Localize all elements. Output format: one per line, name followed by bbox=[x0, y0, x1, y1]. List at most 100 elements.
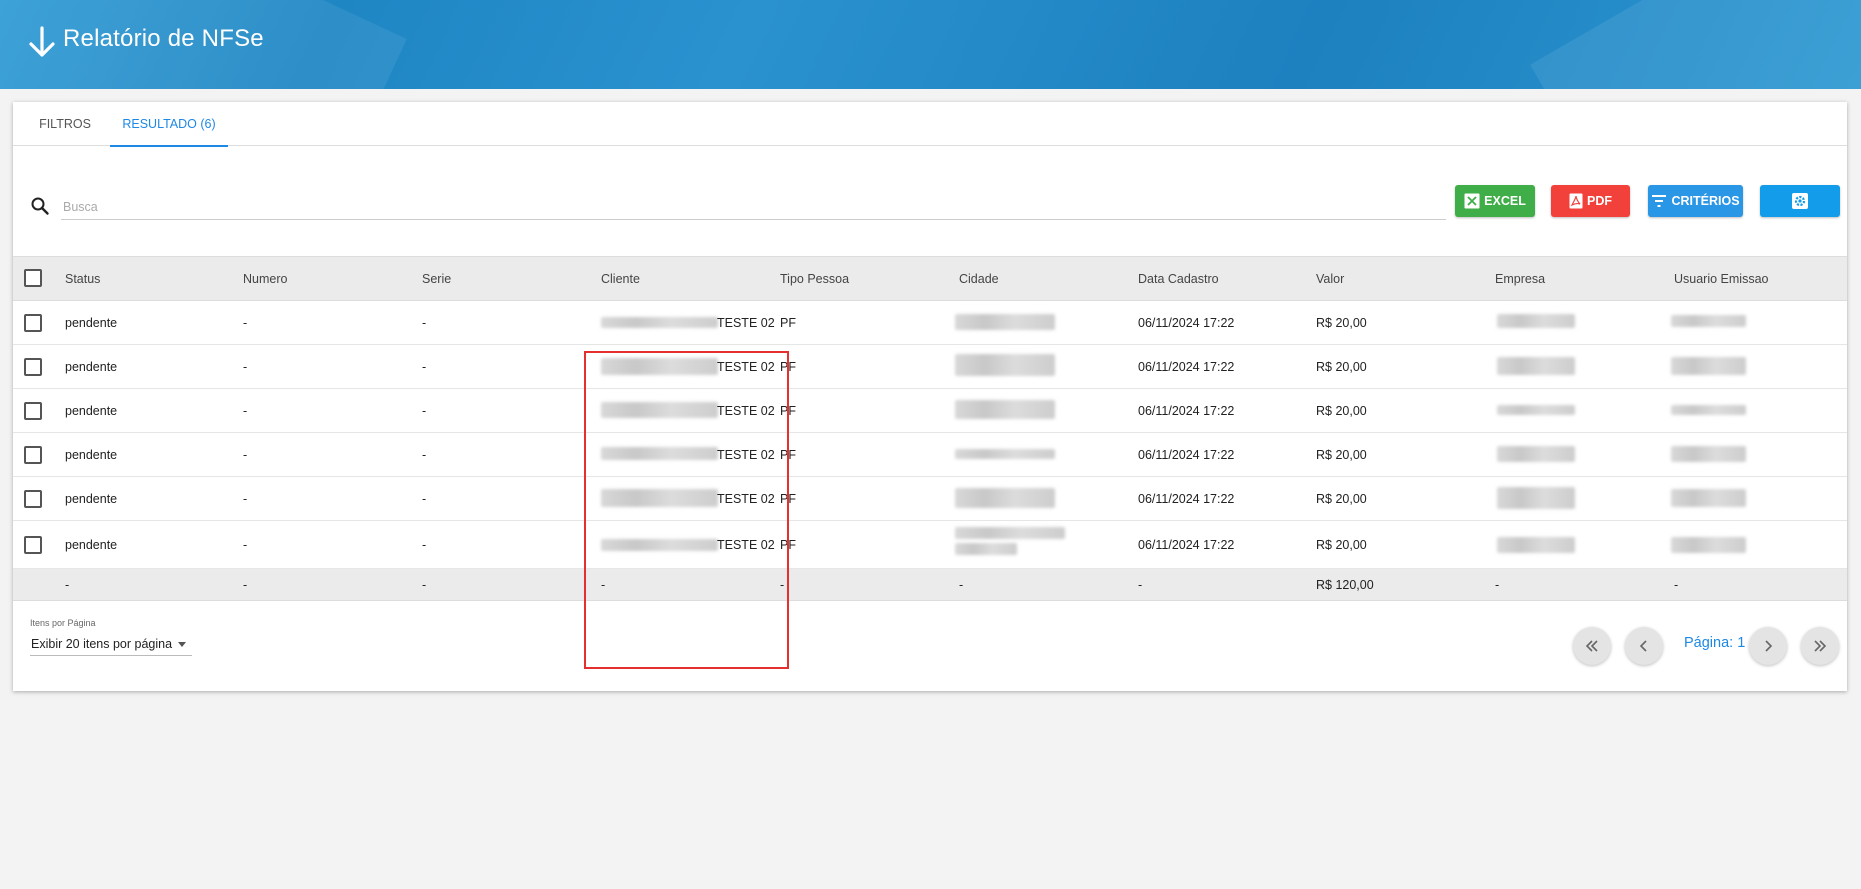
row-checkbox[interactable] bbox=[24, 402, 42, 420]
chevron-left-icon bbox=[1639, 640, 1647, 652]
total-serie: - bbox=[422, 578, 427, 592]
header-decoration bbox=[1530, 0, 1861, 89]
first-page-button[interactable] bbox=[1573, 627, 1611, 665]
export-excel-button[interactable]: EXCEL bbox=[1455, 185, 1535, 217]
report-card: FILTROS RESULTADO (6) EXCEL PDF CRITÉRIO… bbox=[13, 102, 1847, 691]
table-header: Status Numero Serie Cliente Tipo Pessoa … bbox=[13, 256, 1847, 301]
excel-label: EXCEL bbox=[1484, 194, 1526, 208]
status-cell: pendente bbox=[65, 316, 118, 330]
pdf-icon bbox=[1569, 193, 1583, 209]
row-checkbox[interactable] bbox=[24, 536, 42, 554]
serie-cell: - bbox=[422, 538, 427, 552]
valor-cell: R$ 20,00 bbox=[1316, 448, 1367, 462]
redacted-text bbox=[1497, 537, 1575, 553]
excel-icon bbox=[1464, 193, 1480, 209]
search-icon bbox=[31, 197, 49, 215]
next-page-button[interactable] bbox=[1749, 627, 1787, 665]
status-cell: pendente bbox=[65, 492, 118, 506]
table-row[interactable]: pendente - - TESTE 02 PF 06/11/2024 17:2… bbox=[13, 301, 1847, 345]
redacted-text bbox=[955, 314, 1055, 330]
redacted-text bbox=[1497, 357, 1575, 375]
total-numero: - bbox=[243, 578, 248, 592]
row-checkbox[interactable] bbox=[24, 490, 42, 508]
redacted-text bbox=[1671, 446, 1746, 462]
column-header[interactable]: Empresa bbox=[1495, 257, 1545, 302]
status-cell: pendente bbox=[65, 404, 118, 418]
data-cadastro-cell: 06/11/2024 17:22 bbox=[1138, 360, 1235, 374]
tab-resultado[interactable]: RESULTADO (6) bbox=[110, 102, 228, 147]
numero-cell: - bbox=[243, 316, 248, 330]
column-header[interactable]: Serie bbox=[422, 257, 451, 302]
double-chevron-left-icon bbox=[1585, 640, 1598, 652]
app-header: Relatório de NFSe bbox=[0, 0, 1861, 89]
table-row[interactable]: pendente - - TESTE 02 PF 06/11/2024 17:2… bbox=[13, 521, 1847, 569]
column-header[interactable]: Valor bbox=[1316, 257, 1344, 302]
valor-cell: R$ 20,00 bbox=[1316, 492, 1367, 506]
redacted-text bbox=[955, 400, 1055, 419]
status-cell: pendente bbox=[65, 360, 118, 374]
tipo-pessoa-cell: PF bbox=[780, 316, 796, 330]
redacted-text bbox=[955, 354, 1055, 376]
table-row[interactable]: pendente - - TESTE 02 PF 06/11/2024 17:2… bbox=[13, 389, 1847, 433]
table-row[interactable]: pendente - - TESTE 02 PF 06/11/2024 17:2… bbox=[13, 345, 1847, 389]
redacted-text bbox=[955, 527, 1065, 539]
numero-cell: - bbox=[243, 404, 248, 418]
redacted-text bbox=[955, 488, 1055, 508]
filter-icon bbox=[1652, 195, 1667, 207]
export-pdf-button[interactable]: PDF bbox=[1551, 185, 1630, 217]
page-title: Relatório de NFSe bbox=[63, 25, 264, 52]
row-checkbox[interactable] bbox=[24, 358, 42, 376]
last-page-button[interactable] bbox=[1801, 627, 1839, 665]
row-checkbox[interactable] bbox=[24, 446, 42, 464]
data-cadastro-cell: 06/11/2024 17:22 bbox=[1138, 538, 1235, 552]
column-header[interactable]: Tipo Pessoa bbox=[780, 257, 849, 302]
redacted-text bbox=[1497, 446, 1575, 462]
table-row[interactable]: pendente - - TESTE 02 PF 06/11/2024 17:2… bbox=[13, 433, 1847, 477]
data-cadastro-cell: 06/11/2024 17:22 bbox=[1138, 404, 1235, 418]
prev-page-button[interactable] bbox=[1625, 627, 1663, 665]
tab-bar: FILTROS RESULTADO (6) bbox=[13, 102, 1847, 147]
column-header[interactable]: Cliente bbox=[601, 257, 640, 302]
status-cell: pendente bbox=[65, 448, 118, 462]
row-checkbox[interactable] bbox=[24, 314, 42, 332]
serie-cell: - bbox=[422, 316, 427, 330]
per-page-select[interactable]: Exibir 20 itens por página bbox=[30, 632, 192, 656]
select-all-checkbox[interactable] bbox=[24, 269, 42, 287]
tab-filtros[interactable]: FILTROS bbox=[25, 102, 105, 146]
total-empresa: - bbox=[1495, 578, 1500, 592]
serie-cell: - bbox=[422, 448, 427, 462]
column-header[interactable]: Status bbox=[65, 257, 100, 302]
pdf-label: PDF bbox=[1587, 194, 1612, 208]
cliente-cell: TESTE 02 bbox=[717, 316, 775, 330]
table-row[interactable]: pendente - - TESTE 02 PF 06/11/2024 17:2… bbox=[13, 477, 1847, 521]
valor-cell: R$ 20,00 bbox=[1316, 404, 1367, 418]
redacted-text bbox=[1671, 405, 1746, 415]
serie-cell: - bbox=[422, 492, 427, 506]
column-header[interactable]: Cidade bbox=[959, 257, 999, 302]
redacted-text bbox=[955, 543, 1017, 555]
chevron-right-icon bbox=[1765, 640, 1773, 652]
valor-cell: R$ 20,00 bbox=[1316, 538, 1367, 552]
page-indicator: Página: 1 bbox=[1684, 635, 1746, 651]
redacted-text bbox=[1671, 489, 1746, 507]
redacted-text bbox=[1671, 357, 1746, 375]
redacted-text bbox=[1671, 315, 1746, 327]
gear-icon bbox=[1792, 193, 1808, 209]
total-data: - bbox=[1138, 578, 1143, 592]
column-header[interactable]: Data Cadastro bbox=[1138, 257, 1219, 302]
total-valor: R$ 120,00 bbox=[1316, 578, 1374, 592]
total-status: - bbox=[65, 578, 70, 592]
arrow-down-icon[interactable] bbox=[26, 24, 58, 60]
column-header[interactable]: Numero bbox=[243, 257, 287, 302]
column-header[interactable]: Usuario Emissao bbox=[1674, 257, 1768, 302]
numero-cell: - bbox=[243, 538, 248, 552]
valor-cell: R$ 20,00 bbox=[1316, 360, 1367, 374]
criteria-button[interactable]: CRITÉRIOS bbox=[1648, 185, 1743, 217]
numero-cell: - bbox=[243, 360, 248, 374]
criteria-label: CRITÉRIOS bbox=[1671, 194, 1740, 208]
total-usuario: - bbox=[1674, 578, 1679, 592]
search-input[interactable] bbox=[61, 188, 1446, 220]
settings-button[interactable] bbox=[1760, 185, 1840, 217]
redacted-text bbox=[1497, 314, 1575, 328]
double-chevron-right-icon bbox=[1814, 640, 1827, 652]
